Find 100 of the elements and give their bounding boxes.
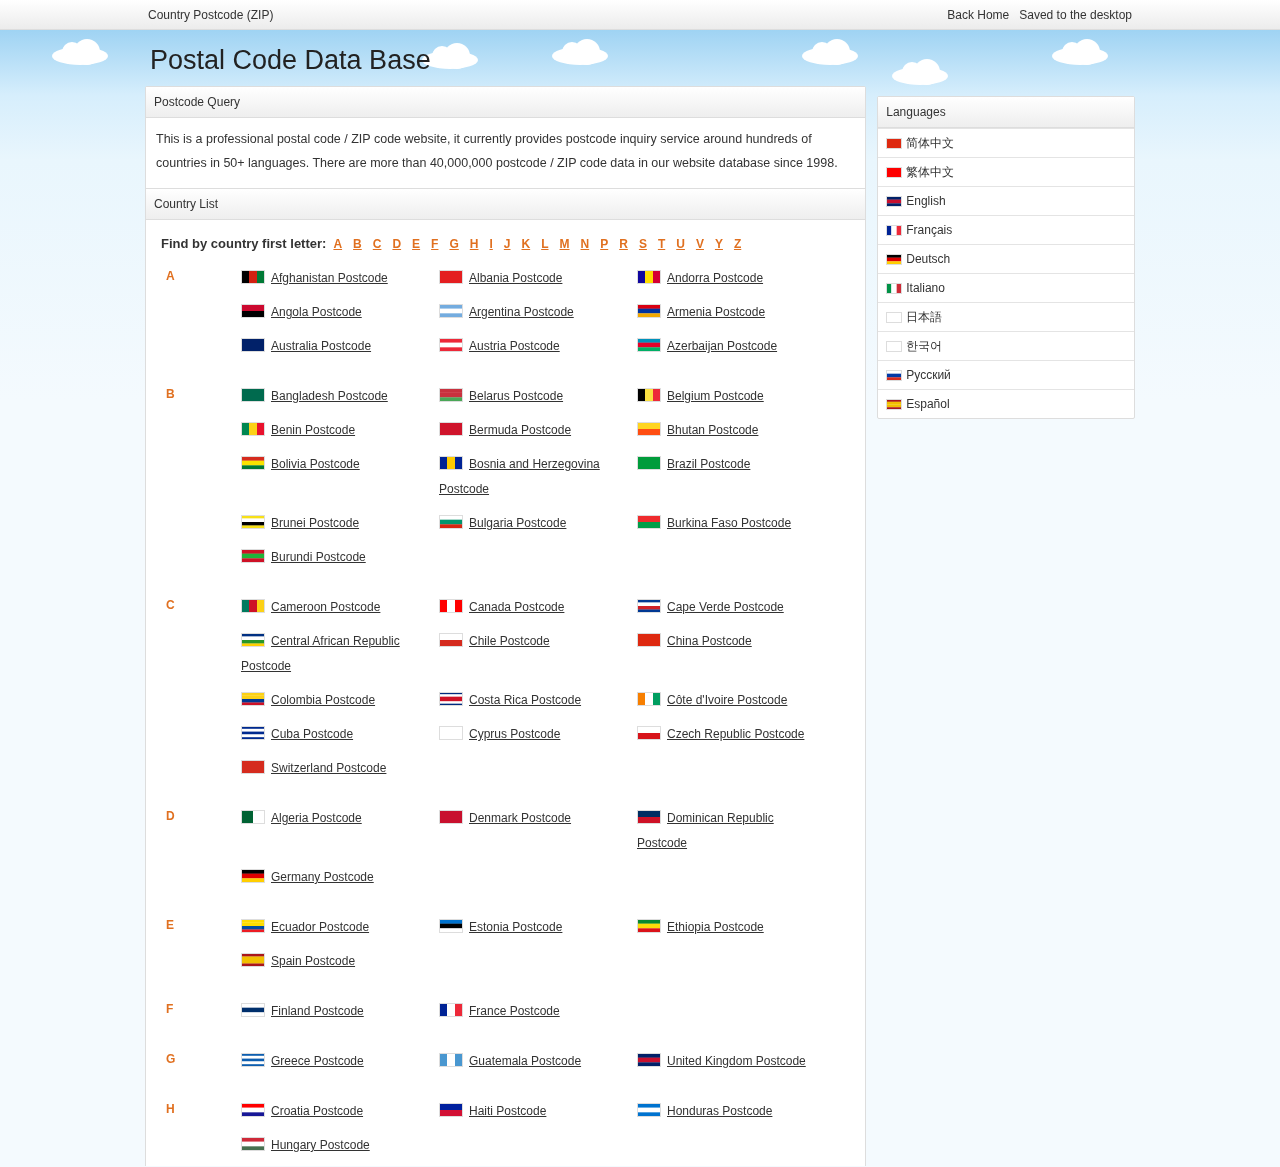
language-item[interactable]: 日本語 — [878, 302, 1134, 331]
country-link[interactable]: Cuba Postcode — [241, 722, 423, 747]
country-link[interactable]: Cape Verde Postcode — [637, 595, 819, 620]
flag-icon — [637, 692, 661, 706]
flag-icon — [637, 810, 661, 824]
letter-heading: A — [166, 268, 176, 285]
country-link[interactable]: Afghanistan Postcode — [241, 266, 423, 291]
country-link[interactable]: Germany Postcode — [241, 865, 423, 890]
country-link[interactable]: Guatemala Postcode — [439, 1049, 621, 1074]
panel-heading: Country List — [146, 188, 866, 220]
country-link[interactable]: Bermuda Postcode — [439, 418, 621, 443]
flag-icon — [637, 633, 661, 647]
flag-icon — [439, 1103, 463, 1117]
country-link[interactable]: Ecuador Postcode — [241, 915, 423, 940]
country-link[interactable]: Bhutan Postcode — [637, 418, 819, 443]
country-link[interactable]: Armenia Postcode — [637, 300, 819, 325]
country-link[interactable]: Czech Republic Postcode — [637, 722, 819, 747]
flag-icon — [241, 953, 265, 967]
country-link[interactable]: Brunei Postcode — [241, 511, 423, 536]
flag-icon — [241, 692, 265, 706]
flag-icon — [241, 869, 265, 883]
country-link[interactable]: Argentina Postcode — [439, 300, 621, 325]
country-link[interactable]: Costa Rica Postcode — [439, 688, 621, 713]
language-item[interactable]: Español — [878, 389, 1134, 418]
flag-icon — [439, 599, 463, 613]
flag-icon — [886, 195, 903, 207]
flag-icon — [637, 919, 661, 933]
flag-icon — [886, 340, 903, 352]
language-item[interactable]: 简体中文 — [878, 128, 1134, 157]
flag-icon — [637, 422, 661, 436]
flag-icon — [886, 369, 903, 381]
flag-icon — [439, 338, 463, 352]
country-link[interactable]: Honduras Postcode — [637, 1099, 819, 1124]
country-link[interactable]: Belarus Postcode — [439, 384, 621, 409]
cloud-drawing — [552, 39, 608, 65]
country-link[interactable]: Chile Postcode — [439, 629, 621, 654]
country-link[interactable]: Benin Postcode — [241, 418, 423, 443]
country-link[interactable]: France Postcode — [439, 999, 621, 1024]
country-link[interactable]: Azerbaijan Postcode — [637, 334, 819, 359]
language-item[interactable]: Deutsch — [878, 244, 1134, 273]
country-link[interactable]: Croatia Postcode — [241, 1099, 423, 1124]
country-link[interactable]: Belgium Postcode — [637, 384, 819, 409]
country-link[interactable]: Greece Postcode — [241, 1049, 423, 1074]
letter-heading: C — [166, 597, 176, 614]
country-link[interactable]: Albania Postcode — [439, 266, 621, 291]
country-link[interactable]: Central African Republic Postcode — [241, 629, 423, 679]
country-link[interactable]: Ethiopia Postcode — [637, 915, 819, 940]
flag-icon — [241, 1137, 265, 1151]
flag-icon — [439, 456, 463, 470]
country-link[interactable]: Finland Postcode — [241, 999, 423, 1024]
country-link[interactable]: Switzerland Postcode — [241, 756, 423, 781]
country-link[interactable]: Haiti Postcode — [439, 1099, 621, 1124]
country-link[interactable]: Canada Postcode — [439, 595, 621, 620]
country-link[interactable]: Côte d'Ivoire Postcode — [637, 688, 819, 713]
top-link[interactable]: Back Home — [947, 8, 1010, 22]
panel-heading: Postcode Query — [146, 87, 866, 118]
country-link[interactable]: Colombia Postcode — [241, 688, 423, 713]
country-link[interactable]: Brazil Postcode — [637, 452, 819, 477]
country-link[interactable]: Dominican Republic Postcode — [637, 806, 819, 856]
flag-icon — [637, 726, 661, 740]
flag-icon — [439, 692, 463, 706]
language-item[interactable]: 繁体中文 — [878, 157, 1134, 186]
flag-icon — [241, 456, 265, 470]
flag-icon — [439, 388, 463, 402]
country-link[interactable]: Bosnia and Herzegovina Postcode — [439, 452, 621, 502]
country-link[interactable]: United Kingdom Postcode — [637, 1049, 819, 1074]
flag-icon — [241, 1003, 265, 1017]
country-link[interactable]: Bulgaria Postcode — [439, 511, 621, 536]
country-link[interactable]: Cameroon Postcode — [241, 595, 423, 620]
country-link[interactable]: Denmark Postcode — [439, 806, 621, 831]
letter-heading: G — [166, 1051, 177, 1068]
flag-icon — [241, 919, 265, 933]
flag-icon — [637, 270, 661, 284]
country-link[interactable]: Bolivia Postcode — [241, 452, 423, 477]
flag-icon — [241, 810, 265, 824]
language-item[interactable]: Italiano — [878, 273, 1134, 302]
country-link[interactable]: Burundi Postcode — [241, 545, 423, 570]
language-item[interactable]: English — [878, 186, 1134, 215]
country-link[interactable]: Hungary Postcode — [241, 1133, 423, 1158]
flag-icon — [241, 633, 265, 647]
country-link[interactable]: Andorra Postcode — [637, 266, 819, 291]
flag-icon — [241, 1103, 265, 1117]
country-link[interactable]: Spain Postcode — [241, 949, 423, 974]
country-link[interactable]: China Postcode — [637, 629, 819, 654]
language-item[interactable]: Français — [878, 215, 1134, 244]
country-link[interactable]: Austria Postcode — [439, 334, 621, 359]
country-link[interactable]: Estonia Postcode — [439, 915, 621, 940]
language-item[interactable]: Русский — [878, 360, 1134, 389]
country-link[interactable]: Algeria Postcode — [241, 806, 423, 831]
country-link[interactable]: Burkina Faso Postcode — [637, 511, 819, 536]
top-link[interactable]: Saved to the desktop — [1019, 8, 1132, 22]
country-link[interactable]: Australia Postcode — [241, 334, 423, 359]
language-item[interactable]: 한국어 — [878, 331, 1134, 360]
country-link[interactable]: Angola Postcode — [241, 300, 423, 325]
country-link[interactable]: Bangladesh Postcode — [241, 384, 423, 409]
flag-icon — [439, 919, 463, 933]
flag-icon — [886, 282, 903, 294]
country-link[interactable]: Cyprus Postcode — [439, 722, 621, 747]
site-title: Postal Code Data Base — [150, 44, 431, 76]
flag-icon — [637, 456, 661, 470]
